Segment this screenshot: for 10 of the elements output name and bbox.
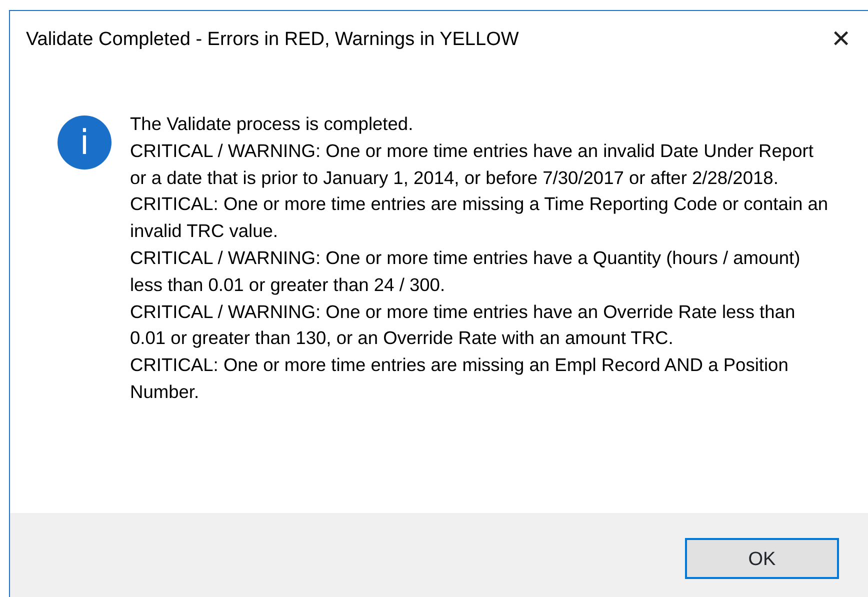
message-text: CRITICAL / WARNING: One or more time entries have a Quantity (hours / amount) less than 0.01 or greater than 24 / 300. <box>130 246 802 297</box>
ok-button[interactable]: OK <box>685 538 839 579</box>
message-text: The Validate process is completed. <box>130 112 414 136</box>
message-text: CRITICAL: One or more time entries are missing an Empl Record AND a Position Number. <box>130 353 790 404</box>
message-text: CRITICAL: One or more time entries are missing a Time Reporting Code or contain an invalid TRC value. <box>130 192 830 244</box>
message-text: CRITICAL / WARNING: One or more time entries have an invalid Date Under Report or a date that is prior to January 1, 2014, or before 7/30/2017 or after 2/28/2018. <box>130 138 814 190</box>
message-text: CRITICAL / WARNING: One or more time entries have an Override Rate less than 0.01 or greater than 130, or an Override Rate with an amount TRC. <box>130 300 796 350</box>
window-title: Validate Completed - Errors in RED, Warnings in YELLOW <box>26 28 519 52</box>
close-button[interactable]: ✕ <box>821 28 868 52</box>
info-icon: i <box>57 115 112 170</box>
